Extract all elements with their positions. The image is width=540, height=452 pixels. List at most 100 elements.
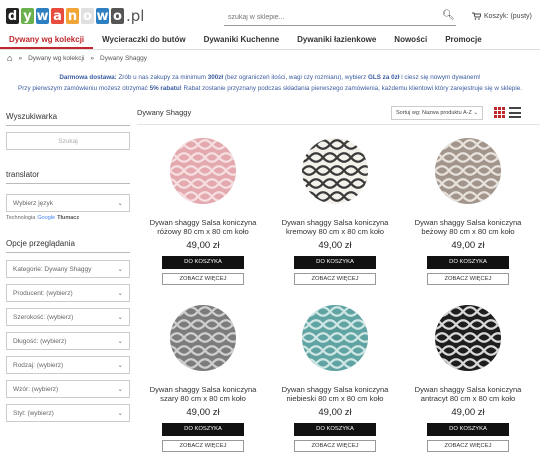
logo-letter: n	[66, 8, 79, 24]
add-to-cart-button[interactable]: DO KOSZYKA	[427, 256, 509, 269]
product-title[interactable]: Dywan shaggy Salsa koniczyna szary 80 cm …	[147, 385, 259, 403]
search-icon[interactable]: 🔍︎	[442, 10, 455, 21]
logo-letter: y	[21, 8, 34, 24]
translate-label[interactable]: Tłumacz	[57, 215, 79, 221]
filter-select-value: Rodzaj: (wybierz)	[13, 361, 64, 369]
product-title[interactable]: Dywan shaggy Salsa koniczyna kremowy 80 c…	[279, 218, 391, 236]
logo-letter: d	[6, 8, 19, 24]
promo-gls: GLS za 0zł	[367, 74, 400, 81]
product-title-line: niebieski 80 cm x 80 cm koło	[286, 394, 384, 403]
sidebar-search-input[interactable]: Szukaj	[6, 132, 130, 150]
promo-text: Rabat zostanie przyznany podczas składan…	[181, 85, 522, 92]
product-price: 49,00 zł	[186, 407, 220, 418]
cart-label: Koszyk: (pusty)	[484, 12, 532, 20]
chevron-down-icon: ⌄	[117, 266, 123, 273]
chevron-down-icon: ⌄	[117, 314, 123, 321]
product-title-line: Dywan shaggy Salsa koniczyna	[281, 218, 389, 227]
promo-text: Zrób u nas zakupy za minimum	[116, 74, 208, 81]
nav-item-promotions[interactable]: Promocje	[436, 33, 490, 49]
product-image[interactable]	[435, 138, 501, 204]
cart-link[interactable]: Koszyk: (pusty)	[472, 12, 532, 20]
home-icon[interactable]: ⌂	[7, 53, 12, 63]
product-title[interactable]: Dywan shaggy Salsa koniczyna beżowy 80 cm…	[412, 218, 524, 236]
see-more-button[interactable]: ZOBACZ WIĘCEJ	[294, 273, 376, 285]
see-more-button[interactable]: ZOBACZ WIĘCEJ	[162, 440, 244, 452]
product-title-line: Dywan shaggy Salsa koniczyna	[149, 218, 257, 227]
logo-letter: a	[51, 8, 64, 24]
breadcrumb-item[interactable]: Dywany wg kolekcji	[28, 55, 84, 62]
chevron-down-icon: ⌄	[117, 338, 123, 345]
tech-label: Technologia	[6, 215, 36, 221]
product-image[interactable]	[170, 138, 236, 204]
logo-suffix: .pl	[126, 7, 145, 25]
listing-title: Dywany Shaggy	[137, 108, 192, 117]
breadcrumb-separator: »	[18, 54, 23, 62]
add-to-cart-button[interactable]: DO KOSZYKA	[162, 256, 244, 269]
language-select-value: Wybierz język	[13, 199, 54, 207]
listing-header: Dywany Shaggy Sortuj wg: Nazwa produktu …	[137, 106, 540, 120]
site-logo[interactable]: d y w a n o w o .pl	[6, 6, 144, 26]
add-to-cart-button[interactable]: DO KOSZYKA	[427, 423, 509, 436]
product-title-line: kremowy 80 cm x 80 cm koło	[286, 227, 384, 236]
nav-item-new[interactable]: Nowości	[385, 33, 436, 49]
add-to-cart-button[interactable]: DO KOSZYKA	[162, 423, 244, 436]
nav-item-doormats[interactable]: Wycieraczki do butów	[93, 33, 194, 49]
search-heading: Wyszukiwarka	[6, 112, 58, 121]
product-card[interactable]: Dywan shaggy Salsa koniczyna niebieski 80…	[279, 305, 391, 452]
filter-select-value: Długość: (wybierz)	[13, 337, 67, 345]
filter-select[interactable]: Wzór: (wybierz) ⌄	[6, 380, 130, 398]
product-price: 49,00 zł	[318, 407, 352, 418]
chevron-down-icon: ⌄	[473, 110, 478, 116]
see-more-button[interactable]: ZOBACZ WIĘCEJ	[427, 440, 509, 452]
see-more-button[interactable]: ZOBACZ WIĘCEJ	[427, 273, 509, 285]
sort-select[interactable]: Sortuj wg: Nazwa produktu A-Z ⌄	[391, 106, 483, 120]
filter-select-value: Wzór: (wybierz)	[13, 385, 59, 393]
product-price: 49,00 zł	[451, 240, 485, 251]
product-title-line: Dywan shaggy Salsa koniczyna	[414, 385, 522, 394]
product-title[interactable]: Dywan shaggy Salsa koniczyna niebieski 80…	[279, 385, 391, 403]
language-select[interactable]: Wybierz język ⌄	[6, 194, 130, 212]
nav-item-collections[interactable]: Dywany wg kolekcji	[0, 33, 94, 49]
product-title-line: Dywan shaggy Salsa koniczyna	[414, 218, 522, 227]
logo-letter: o	[81, 8, 94, 24]
nav-item-kitchen-rugs[interactable]: Dywaniki Kuchenne	[195, 33, 289, 49]
product-image[interactable]	[302, 138, 368, 204]
divider	[6, 183, 130, 184]
product-card[interactable]: Dywan shaggy Salsa koniczyna różowy 80 cm…	[147, 138, 259, 285]
add-to-cart-button[interactable]: DO KOSZYKA	[294, 256, 376, 269]
filter-select[interactable]: Szerokość: (wybierz) ⌄	[6, 308, 130, 326]
chevron-down-icon: ⌄	[117, 410, 123, 417]
chevron-down-icon: ⌄	[117, 290, 123, 297]
breadcrumb-separator: »	[90, 54, 95, 62]
product-card[interactable]: Dywan shaggy Salsa koniczyna kremowy 80 c…	[279, 138, 391, 285]
promo-discount: 5% rabatu!	[149, 85, 182, 92]
promo-line-1: Darmowa dostawa: Zrób u nas zakupy za mi…	[0, 72, 540, 83]
product-image[interactable]	[435, 305, 501, 371]
filter-select[interactable]: Rodzaj: (wybierz) ⌄	[6, 356, 130, 374]
product-card[interactable]: Dywan shaggy Salsa koniczyna beżowy 80 cm…	[412, 138, 524, 285]
product-card[interactable]: Dywan shaggy Salsa koniczyna szary 80 cm …	[147, 305, 259, 452]
product-title[interactable]: Dywan shaggy Salsa koniczyna antracyt 80 …	[412, 385, 524, 403]
divider	[137, 124, 540, 125]
add-to-cart-button[interactable]: DO KOSZYKA	[294, 423, 376, 436]
product-image[interactable]	[302, 305, 368, 371]
filter-select[interactable]: Długość: (wybierz) ⌄	[6, 332, 130, 350]
filter-select[interactable]: Kategorie: Dywany Shaggy ⌄	[6, 260, 130, 278]
filter-select[interactable]: Producent: (wybierz) ⌄	[6, 284, 130, 302]
product-title[interactable]: Dywan shaggy Salsa koniczyna różowy 80 cm…	[147, 218, 259, 236]
nav-item-bathroom-rugs[interactable]: Dywaniki łazienkowe	[288, 33, 385, 49]
grid-view-icon[interactable]	[494, 107, 505, 118]
product-title-line: różowy 80 cm x 80 cm koło	[157, 227, 249, 236]
google-label: Google	[37, 215, 56, 221]
list-view-icon[interactable]	[509, 107, 521, 118]
promo-line-2: Przy pierwszym zamówieniu możesz otrzyma…	[0, 83, 540, 94]
promo-free-delivery: Darmowa dostawa:	[59, 74, 117, 81]
product-image[interactable]	[170, 305, 236, 371]
see-more-button[interactable]: ZOBACZ WIĘCEJ	[294, 440, 376, 452]
see-more-button[interactable]: ZOBACZ WIĘCEJ	[162, 273, 244, 285]
promo-amount: 300zł	[207, 74, 224, 81]
header-search-input[interactable]	[224, 10, 456, 26]
chevron-down-icon: ⌄	[117, 200, 123, 207]
filter-select-value: Styl: (wybierz)	[13, 409, 54, 417]
product-card[interactable]: Dywan shaggy Salsa koniczyna antracyt 80 …	[412, 305, 524, 452]
